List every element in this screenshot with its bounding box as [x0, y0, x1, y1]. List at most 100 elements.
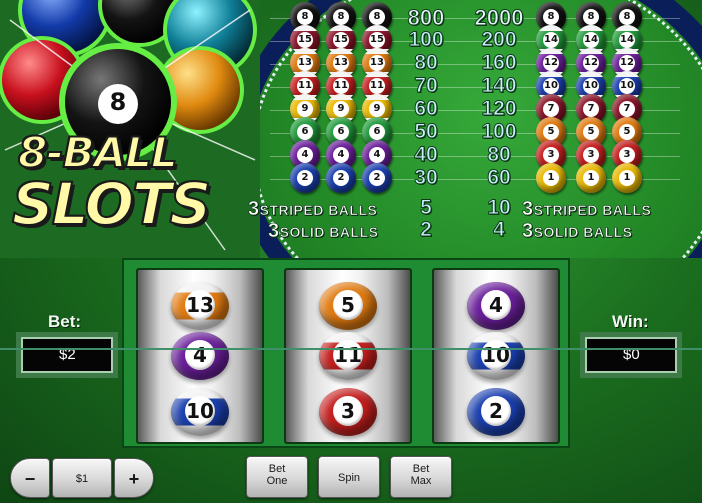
ball-number: 14: [619, 32, 635, 48]
ball-number: 11: [369, 78, 385, 94]
payout-1: 30: [414, 166, 438, 190]
ball-number: 12: [583, 55, 599, 71]
reel-ball-13-icon: 13: [171, 282, 229, 330]
ball-number: 11: [297, 78, 313, 94]
paytable: 8 8 8 800 2000 8 8 8 15 15 15 100 200 14 14 14 13 13 13 80 1…: [240, 0, 700, 250]
left-ball-2-icon: 2: [326, 163, 356, 193]
payout-2: 100: [481, 120, 517, 144]
ball-number: 11: [333, 78, 349, 94]
solid-left-label: 3SOLID BALLS: [268, 220, 379, 243]
decrease-coin-button[interactable]: −: [10, 458, 50, 498]
reel-ball-4-icon: 4: [467, 282, 525, 330]
ball-number: 7: [583, 101, 599, 117]
payout-1: 40: [414, 143, 438, 167]
paytable-area: 8 8-BALL SLOTS 8 8 8 800 2000 8 8 8 15 15 15 100 200…: [0, 0, 702, 258]
win-display: $0: [580, 332, 682, 378]
payout-2: 80: [487, 143, 511, 167]
ball-number: 13: [297, 55, 313, 71]
ball-number: 2: [369, 170, 385, 186]
ball-number: 5: [583, 124, 599, 140]
ball-number: 12: [543, 55, 559, 71]
ball-number: 8: [583, 9, 599, 25]
ball-number: 13: [369, 55, 385, 71]
paytable-row: 2 2 2 30 60 1 1 1: [240, 163, 700, 193]
ball-number: 4: [297, 147, 313, 163]
striped-left-label: 3STRIPED BALLS: [248, 198, 378, 221]
spin-button[interactable]: Spin: [318, 456, 380, 498]
bet-label: Bet:: [48, 312, 82, 331]
reel-ball-number: 10: [481, 340, 511, 370]
payline: [0, 348, 702, 350]
ball-number: 13: [333, 55, 349, 71]
ball-number: 6: [297, 124, 313, 140]
payout-1: 100: [408, 28, 444, 52]
reel-2: 5 11 3: [284, 268, 412, 444]
striped-right-label: 3STRIPED BALLS: [522, 198, 652, 221]
bet-one-label-line1: Bet: [268, 463, 286, 475]
striped-payout-1: 5: [420, 196, 433, 220]
payout-1: 60: [414, 97, 438, 121]
ball-number: 12: [619, 55, 635, 71]
ball-number: 8: [619, 9, 635, 25]
ball-number: 2: [333, 170, 349, 186]
ball-number: 14: [543, 32, 559, 48]
ball-number: 10: [543, 78, 559, 94]
right-ball-1-icon: 1: [536, 163, 566, 193]
payout-1: 70: [414, 74, 438, 98]
ball-number: 9: [297, 101, 313, 117]
reel-ball-number: 4: [185, 340, 215, 370]
ball-number: 9: [369, 101, 385, 117]
reel-1: 13 4 10: [136, 268, 264, 444]
reel-ball-10-icon: 10: [171, 388, 229, 436]
reel-ball-number: 11: [333, 340, 363, 370]
ball-number: 5: [619, 124, 635, 140]
payout-2: 120: [481, 97, 517, 121]
ball-number: 6: [369, 124, 385, 140]
increase-coin-button[interactable]: +: [114, 458, 154, 498]
right-ball-1-icon: 1: [576, 163, 606, 193]
bet-display: $2: [16, 332, 118, 378]
ball-number: 3: [543, 147, 559, 163]
ball-number: 6: [333, 124, 349, 140]
payout-2: 140: [481, 74, 517, 98]
ball-number: 2: [297, 170, 313, 186]
reel-ball-number: 10: [185, 396, 215, 426]
solid-right-label: 3SOLID BALLS: [522, 220, 633, 243]
reel-ball-4-icon: 4: [171, 332, 229, 380]
reel-ball-number: 4: [481, 290, 511, 320]
payout-2: 160: [481, 51, 517, 75]
game-logo: 8 8-BALL SLOTS: [0, 0, 260, 258]
slot-machine: 8 8-BALL SLOTS 8 8 8 800 2000 8 8 8 15 15 15 100 200…: [0, 0, 702, 503]
win-label: Win:: [612, 312, 649, 331]
ball-number: 3: [619, 147, 635, 163]
ball-number: 7: [543, 101, 559, 117]
bet-one-button[interactable]: Bet One: [246, 456, 308, 498]
payout-2: 60: [487, 166, 511, 190]
solid-payout-1: 2: [420, 218, 433, 242]
ball-number: 1: [543, 170, 559, 186]
reel-ball-number: 2: [481, 396, 511, 426]
ball-number: 15: [297, 32, 313, 48]
ball-number: 1: [583, 170, 599, 186]
logo-title-line2: SLOTS: [11, 169, 212, 239]
logo-ball-number: 8: [109, 88, 127, 116]
ball-number: 3: [583, 147, 599, 163]
reel-ball-number: 13: [185, 290, 215, 320]
reel-ball-number: 3: [333, 396, 363, 426]
bet-one-label-line2: One: [266, 475, 288, 487]
ball-number: 4: [333, 147, 349, 163]
coin-value-display: $1: [52, 458, 112, 498]
reel-ball-3-icon: 3: [319, 388, 377, 436]
bet-max-label-line2: Max: [410, 475, 432, 487]
ball-number: 7: [619, 101, 635, 117]
bet-max-button[interactable]: Bet Max: [390, 456, 452, 498]
payout-1: 80: [414, 51, 438, 75]
left-ball-2-icon: 2: [362, 163, 392, 193]
right-ball-1-icon: 1: [612, 163, 642, 193]
ball-number: 8: [369, 9, 385, 25]
ball-number: 4: [369, 147, 385, 163]
ball-number: 8: [297, 9, 313, 25]
bet-max-label-line1: Bet: [412, 463, 430, 475]
reel-ball-11-icon: 11: [319, 332, 377, 380]
control-bar: − $1 + Bet One Spin Bet Max: [0, 452, 702, 503]
